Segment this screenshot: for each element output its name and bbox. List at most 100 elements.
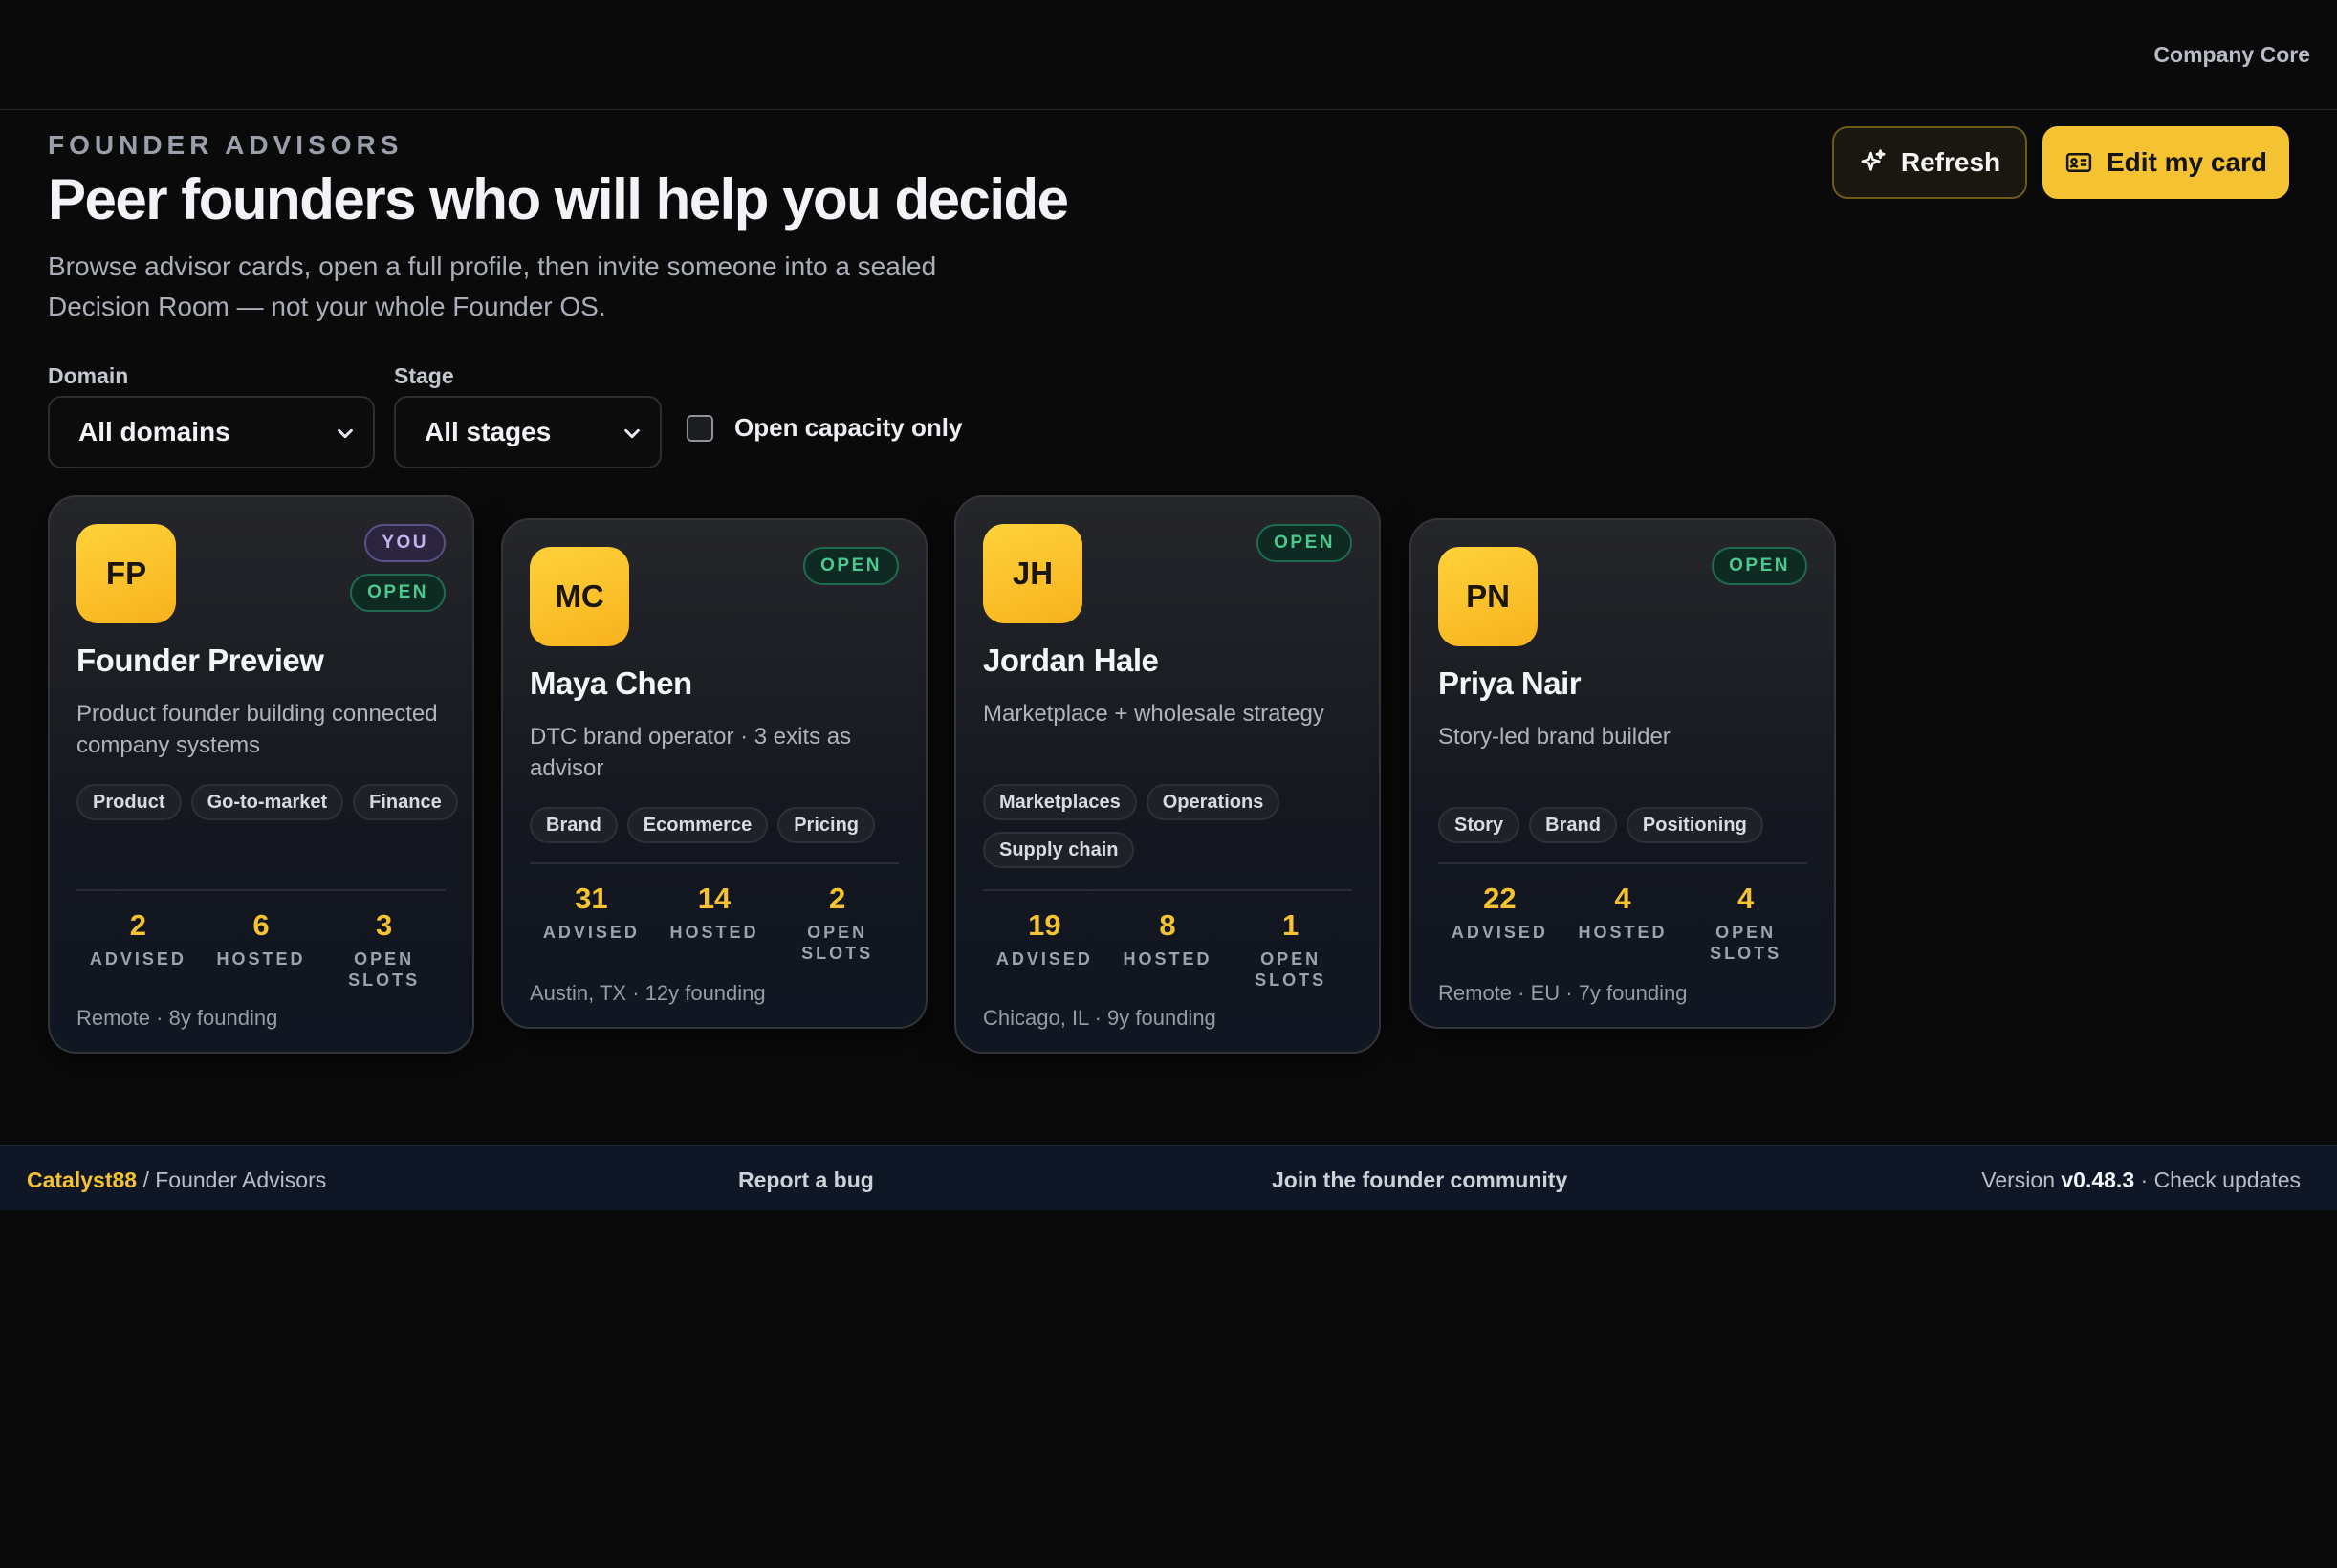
stat-label: OPEN SLOTS (1255, 949, 1327, 990)
tag: Finance (353, 784, 458, 820)
status-badge: OPEN (1712, 547, 1807, 585)
tag: Ecommerce (626, 807, 769, 843)
refresh-button[interactable]: Refresh (1832, 126, 2027, 199)
avatar: JH (983, 524, 1082, 623)
domain-filter-label: Domain (48, 363, 129, 388)
open-capacity-filter[interactable]: Open capacity only (687, 413, 962, 443)
domain-select[interactable]: All domains (48, 396, 375, 468)
stat-label: OPEN SLOTS (1710, 923, 1782, 963)
stat-label: HOSTED (216, 949, 306, 969)
open-capacity-label: Open capacity only (734, 413, 963, 442)
advisor-location: Austin, TX · 12y founding (530, 981, 766, 1005)
stat-open-slots: 4 OPEN SLOTS (1684, 882, 1807, 964)
advisor-name: Jordan Hale (983, 642, 1159, 678)
advisor-description: Story-led brand builder (1438, 724, 1671, 750)
you-badge: YOU (364, 524, 446, 562)
advisor-card-maya-chen[interactable]: MC OPEN Maya Chen DTC brand operator · 3… (501, 518, 928, 1029)
check-updates-link[interactable]: · Check updates (2134, 1167, 2302, 1192)
edit-my-card-button[interactable]: Edit my card (2042, 126, 2289, 199)
tag: Product (76, 784, 182, 820)
community-link[interactable]: Join the founder community (1272, 1167, 1567, 1193)
stat-label: ADVISED (542, 923, 640, 942)
stat-label: ADVISED (89, 949, 186, 969)
status-badge: OPEN (1256, 524, 1352, 562)
refresh-label: Refresh (1900, 147, 2001, 177)
advisor-stats: 19 ADVISED 8 HOSTED 1 OPEN SLOTS (983, 908, 1352, 991)
stat-label: HOSTED (1578, 923, 1668, 942)
advisor-stats: 2 ADVISED 6 HOSTED 3 OPEN SLOTS (76, 908, 446, 991)
id-card-icon (2065, 153, 2092, 172)
stage-select[interactable]: All stages (394, 396, 662, 468)
domain-select-value: All domains (78, 417, 230, 446)
advisor-card-jordan-hale[interactable]: JH OPEN Jordan Hale Marketplace + wholes… (954, 495, 1381, 1054)
stat-value: 4 (1737, 882, 1755, 915)
stat-label: OPEN SLOTS (348, 949, 421, 990)
tag: Positioning (1626, 807, 1763, 843)
breadcrumb-section: Founder Advisors (155, 1167, 327, 1192)
divider (1438, 862, 1807, 864)
stat-value: 31 (575, 882, 608, 915)
stat-value: 2 (829, 882, 846, 915)
advisor-description: Marketplace + wholesale strategy (983, 701, 1324, 727)
divider (76, 889, 446, 891)
footer: Catalyst88 / Founder Advisors Report a b… (0, 1145, 2337, 1210)
advisor-location: Remote · EU · 7y founding (1438, 981, 1688, 1005)
open-capacity-checkbox[interactable] (687, 414, 713, 442)
stat-hosted: 6 HOSTED (200, 908, 323, 991)
section-eyebrow: FOUNDER ADVISORS (48, 130, 404, 160)
stat-value: 6 (252, 908, 270, 942)
tag: Story (1438, 807, 1520, 843)
tag-list: Product Go-to-market Finance (76, 784, 459, 820)
stat-label: ADVISED (995, 949, 1093, 969)
status-badge: OPEN (803, 547, 899, 585)
stat-hosted: 4 HOSTED (1562, 882, 1685, 964)
stat-advised: 19 ADVISED (983, 908, 1106, 991)
stat-label: OPEN SLOTS (801, 923, 874, 963)
version-number: v0.48.3 (2061, 1167, 2135, 1192)
advisor-name: Maya Chen (530, 665, 692, 701)
tag: Operations (1146, 784, 1280, 820)
stat-value: 22 (1483, 882, 1517, 915)
stage-filter-label: Stage (394, 363, 454, 388)
report-bug-link[interactable]: Report a bug (738, 1167, 874, 1193)
stat-value: 19 (1028, 908, 1061, 942)
advisor-card-priya-nair[interactable]: PN OPEN Priya Nair Story-led brand build… (1409, 518, 1836, 1029)
divider (983, 889, 1352, 891)
stat-open-slots: 1 OPEN SLOTS (1229, 908, 1352, 991)
stat-value: 1 (1282, 908, 1300, 942)
page-title: Peer founders who will help you decide (48, 167, 1069, 231)
stat-label: HOSTED (669, 923, 759, 942)
stat-value: 8 (1159, 908, 1176, 942)
sparkle-icon (1861, 149, 1886, 171)
divider (530, 862, 899, 864)
stat-open-slots: 2 OPEN SLOTS (775, 882, 899, 964)
stat-value: 2 (129, 908, 146, 942)
advisor-stats: 31 ADVISED 14 HOSTED 2 OPEN SLOTS (530, 882, 899, 964)
breadcrumb-separator: / (137, 1167, 156, 1192)
tag-list: Story Brand Positioning (1438, 807, 1821, 843)
breadcrumb: Catalyst88 / Founder Advisors (27, 1167, 326, 1193)
stat-label: HOSTED (1123, 949, 1212, 969)
advisor-name: Priya Nair (1438, 665, 1582, 701)
advisor-stats: 22 ADVISED 4 HOSTED 4 OPEN SLOTS (1438, 882, 1807, 964)
version-prefix: Version (1981, 1167, 2062, 1192)
company-core-label: Company Core (2153, 42, 2310, 67)
stat-label: ADVISED (1451, 923, 1548, 942)
stat-open-slots: 3 OPEN SLOTS (322, 908, 446, 991)
stat-hosted: 14 HOSTED (653, 882, 776, 964)
tag-list: Brand Ecommerce Pricing (530, 807, 912, 843)
stat-advised: 2 ADVISED (76, 908, 200, 991)
tag: Marketplaces (983, 784, 1137, 820)
stat-advised: 22 ADVISED (1438, 882, 1562, 964)
advisor-name: Founder Preview (76, 642, 324, 678)
tag: Brand (1529, 807, 1617, 843)
stat-value: 14 (697, 882, 732, 915)
advisor-card-founder-preview[interactable]: FP YOU OPEN Founder Preview Product foun… (48, 495, 474, 1054)
tag: Brand (530, 807, 618, 843)
tag: Pricing (777, 807, 875, 843)
tag: Supply chain (983, 832, 1135, 868)
stat-advised: 31 ADVISED (530, 882, 653, 964)
top-bar: Company Core (0, 0, 2337, 110)
advisor-location: Remote · 8y founding (76, 1006, 278, 1030)
app-name[interactable]: Catalyst88 (27, 1167, 137, 1192)
